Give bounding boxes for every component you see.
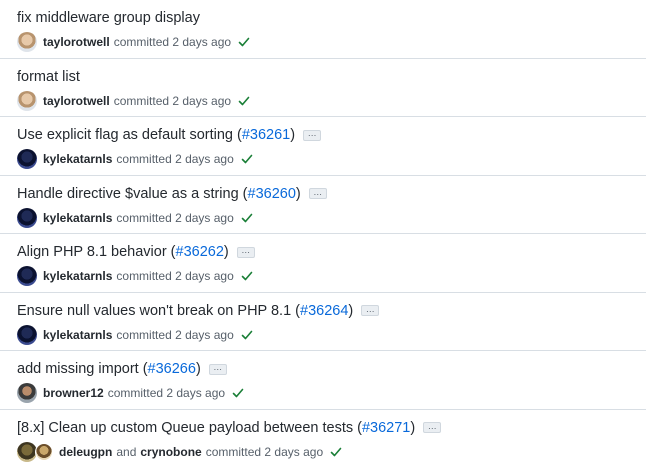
author-link[interactable]: kylekatarnls — [43, 268, 112, 284]
avatar[interactable] — [17, 441, 37, 462]
commit-meta: kylekatarnls committed 2 days ago — [17, 149, 253, 169]
check-icon[interactable] — [238, 36, 250, 48]
commit-meta: taylorotwell committed 2 days ago — [17, 32, 250, 52]
author-link[interactable]: taylorotwell — [43, 34, 110, 50]
commit-message-link[interactable]: add missing import ( — [17, 360, 148, 378]
closing-paren: ) — [410, 419, 416, 436]
avatar[interactable] — [17, 207, 37, 228]
author-link[interactable]: kylekatarnls — [43, 151, 112, 167]
commit-row: fix middleware group display taylorotwell… — [0, 0, 646, 59]
author-link[interactable]: kylekatarnls — [43, 327, 112, 343]
commit-list: fix middleware group display taylorotwell… — [0, 0, 646, 468]
coauthor-link[interactable]: crynobone — [140, 444, 201, 460]
commit-meta: kylekatarnls committed 2 days ago — [17, 324, 253, 345]
commit-time[interactable]: committed 2 days ago — [108, 385, 225, 401]
commit-message-link[interactable]: fix middleware group display — [17, 9, 200, 27]
expand-description-button[interactable]: … — [308, 187, 327, 199]
commit-meta: kylekatarnls committed 2 days ago — [17, 266, 253, 286]
pull-request-link[interactable]: #36266 — [148, 360, 196, 378]
check-icon[interactable] — [241, 329, 253, 341]
author-link[interactable]: kylekatarnls — [43, 210, 112, 226]
and-text: and — [116, 444, 137, 459]
commit-row: Ensure null values won't break on PHP 8.… — [0, 293, 646, 351]
commit-title-line: [8.x] Clean up custom Queue payload betw… — [17, 419, 442, 437]
pull-request-link[interactable]: #36261 — [242, 126, 290, 144]
avatar[interactable] — [17, 266, 37, 286]
commit-title-line: Ensure null values won't break on PHP 8.… — [17, 302, 380, 320]
check-icon[interactable] — [241, 153, 253, 165]
commit-meta: kylekatarnls committed 2 days ago — [17, 207, 253, 228]
commit-title-line: Use explicit flag as default sorting (#3… — [17, 126, 322, 144]
avatar[interactable] — [17, 90, 37, 111]
commit-message-link[interactable]: Ensure null values won't break on PHP 8.… — [17, 302, 300, 320]
commit-time[interactable]: committed 2 days ago — [116, 327, 233, 343]
closing-paren: ) — [295, 185, 301, 202]
closing-paren: ) — [223, 244, 229, 260]
closing-paren: ) — [348, 302, 354, 319]
avatar[interactable] — [17, 383, 37, 403]
author-link[interactable]: taylorotwell — [43, 93, 110, 109]
expand-description-button[interactable]: … — [303, 129, 322, 141]
commit-title-line: format list — [17, 68, 80, 86]
author-link[interactable]: deleugpn — [59, 444, 112, 460]
commit-meta: taylorotwell committed 2 days ago — [17, 90, 250, 111]
commit-row: format list taylorotwell committed 2 days … — [0, 59, 646, 117]
check-icon[interactable] — [330, 446, 342, 458]
check-icon[interactable] — [238, 95, 250, 107]
commit-message-link[interactable]: Use explicit flag as default sorting ( — [17, 126, 242, 144]
pull-request-link[interactable]: #36260 — [248, 185, 296, 203]
pull-request-link[interactable]: #36264 — [300, 302, 348, 320]
author-link[interactable]: browner12 — [43, 385, 104, 401]
commit-time[interactable]: committed 2 days ago — [206, 444, 323, 460]
check-icon[interactable] — [241, 270, 253, 282]
avatar[interactable] — [17, 32, 37, 52]
commit-title-line: add missing import (#36266) … — [17, 360, 227, 378]
commit-row: add missing import (#36266) … browner12 com… — [0, 351, 646, 410]
avatar[interactable] — [17, 149, 37, 169]
commit-title-line: fix middleware group display — [17, 9, 200, 27]
commit-time[interactable]: committed 2 days ago — [116, 268, 233, 284]
commit-time[interactable]: committed 2 days ago — [116, 151, 233, 167]
coauthor-avatar[interactable] — [35, 442, 53, 461]
commit-row: Align PHP 8.1 behavior (#36262) … kylekata… — [0, 234, 646, 293]
commit-message-link[interactable]: Handle directive $value as a string ( — [17, 185, 248, 203]
commit-time[interactable]: committed 2 days ago — [114, 93, 231, 109]
closing-paren: ) — [290, 127, 296, 143]
commit-row: Handle directive $value as a string (#36… — [0, 176, 646, 234]
pull-request-link[interactable]: #36262 — [176, 243, 224, 261]
commit-message-link[interactable]: [8.x] Clean up custom Queue payload betw… — [17, 419, 362, 437]
commit-message-link[interactable]: Align PHP 8.1 behavior ( — [17, 243, 176, 261]
commit-row: [8.x] Clean up custom Queue payload betw… — [0, 410, 646, 468]
commit-meta: deleugpn and crynobone committed 2 days ago — [17, 441, 342, 462]
commit-time[interactable]: committed 2 days ago — [114, 34, 231, 50]
expand-description-button[interactable]: … — [361, 304, 380, 316]
commit-row: Use explicit flag as default sorting (#3… — [0, 117, 646, 176]
expand-description-button[interactable]: … — [208, 363, 227, 375]
pull-request-link[interactable]: #36271 — [362, 419, 410, 437]
commit-message-link[interactable]: format list — [17, 68, 80, 86]
commit-title-line: Align PHP 8.1 behavior (#36262) … — [17, 243, 255, 261]
closing-paren: ) — [195, 361, 201, 377]
avatar[interactable] — [17, 324, 37, 345]
check-icon[interactable] — [241, 212, 253, 224]
commit-title-line: Handle directive $value as a string (#36… — [17, 185, 327, 203]
expand-description-button[interactable]: … — [423, 421, 442, 433]
check-icon[interactable] — [232, 387, 244, 399]
expand-description-button[interactable]: … — [236, 246, 255, 258]
commit-meta: browner12 committed 2 days ago — [17, 383, 244, 403]
commit-time[interactable]: committed 2 days ago — [116, 210, 233, 226]
